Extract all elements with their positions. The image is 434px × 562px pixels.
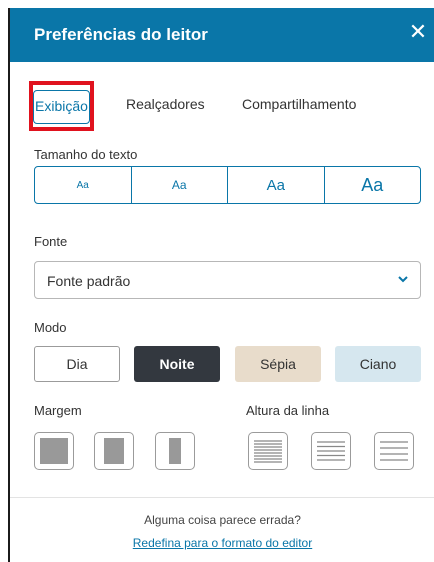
mode-noite-button[interactable]: Noite xyxy=(134,346,220,382)
line-height-medium-button[interactable] xyxy=(311,432,351,470)
footer-divider xyxy=(10,497,434,498)
margin-narrow-icon xyxy=(40,438,68,464)
line-height-tight-icon xyxy=(254,440,282,463)
reset-to-publisher-format-link[interactable]: Redefina para o formato do editor xyxy=(10,536,434,550)
margin-wide-button[interactable] xyxy=(155,432,195,470)
mode-ciano-button[interactable]: Ciano xyxy=(335,346,421,382)
mode-sepia-button[interactable]: Sépia xyxy=(235,346,321,382)
close-icon[interactable]: ✕ xyxy=(407,21,429,43)
line-height-tight-button[interactable] xyxy=(248,432,288,470)
font-select[interactable]: Fonte padrão xyxy=(34,261,421,299)
font-label: Fonte xyxy=(34,234,68,249)
text-size-selector: Aa Aa Aa Aa xyxy=(34,166,421,204)
text-size-option-m[interactable]: Aa xyxy=(228,167,325,203)
margin-wide-icon xyxy=(169,438,181,464)
reader-preferences-panel: Preferências do leitor ✕ Exibição Realça… xyxy=(8,8,434,562)
tab-realcadores[interactable]: Realçadores xyxy=(126,96,205,112)
line-height-label: Altura da linha xyxy=(246,403,330,418)
tab-compartilhamento[interactable]: Compartilhamento xyxy=(242,96,356,112)
mode-dia-button[interactable]: Dia xyxy=(34,346,120,382)
text-size-label: Tamanho do texto xyxy=(34,147,138,162)
font-select-value: Fonte padrão xyxy=(47,273,131,289)
line-height-loose-button[interactable] xyxy=(374,432,414,470)
text-size-option-xs[interactable]: Aa xyxy=(35,167,132,203)
footer-question: Alguma coisa parece errada? xyxy=(144,513,301,527)
text-size-option-s[interactable]: Aa xyxy=(132,167,228,203)
panel-header: Preferências do leitor ✕ xyxy=(10,8,434,62)
mode-label: Modo xyxy=(34,320,67,335)
line-height-medium-icon xyxy=(317,441,345,461)
panel-title: Preferências do leitor xyxy=(34,25,208,44)
margin-medium-button[interactable] xyxy=(94,432,134,470)
margin-label: Margem xyxy=(34,403,82,418)
text-size-option-l[interactable]: Aa xyxy=(325,167,421,203)
tab-exibicao[interactable]: Exibição xyxy=(34,98,89,114)
margin-narrow-button[interactable] xyxy=(34,432,74,470)
line-height-loose-icon xyxy=(380,441,408,461)
margin-medium-icon xyxy=(104,438,124,464)
chevron-down-icon xyxy=(396,271,410,287)
